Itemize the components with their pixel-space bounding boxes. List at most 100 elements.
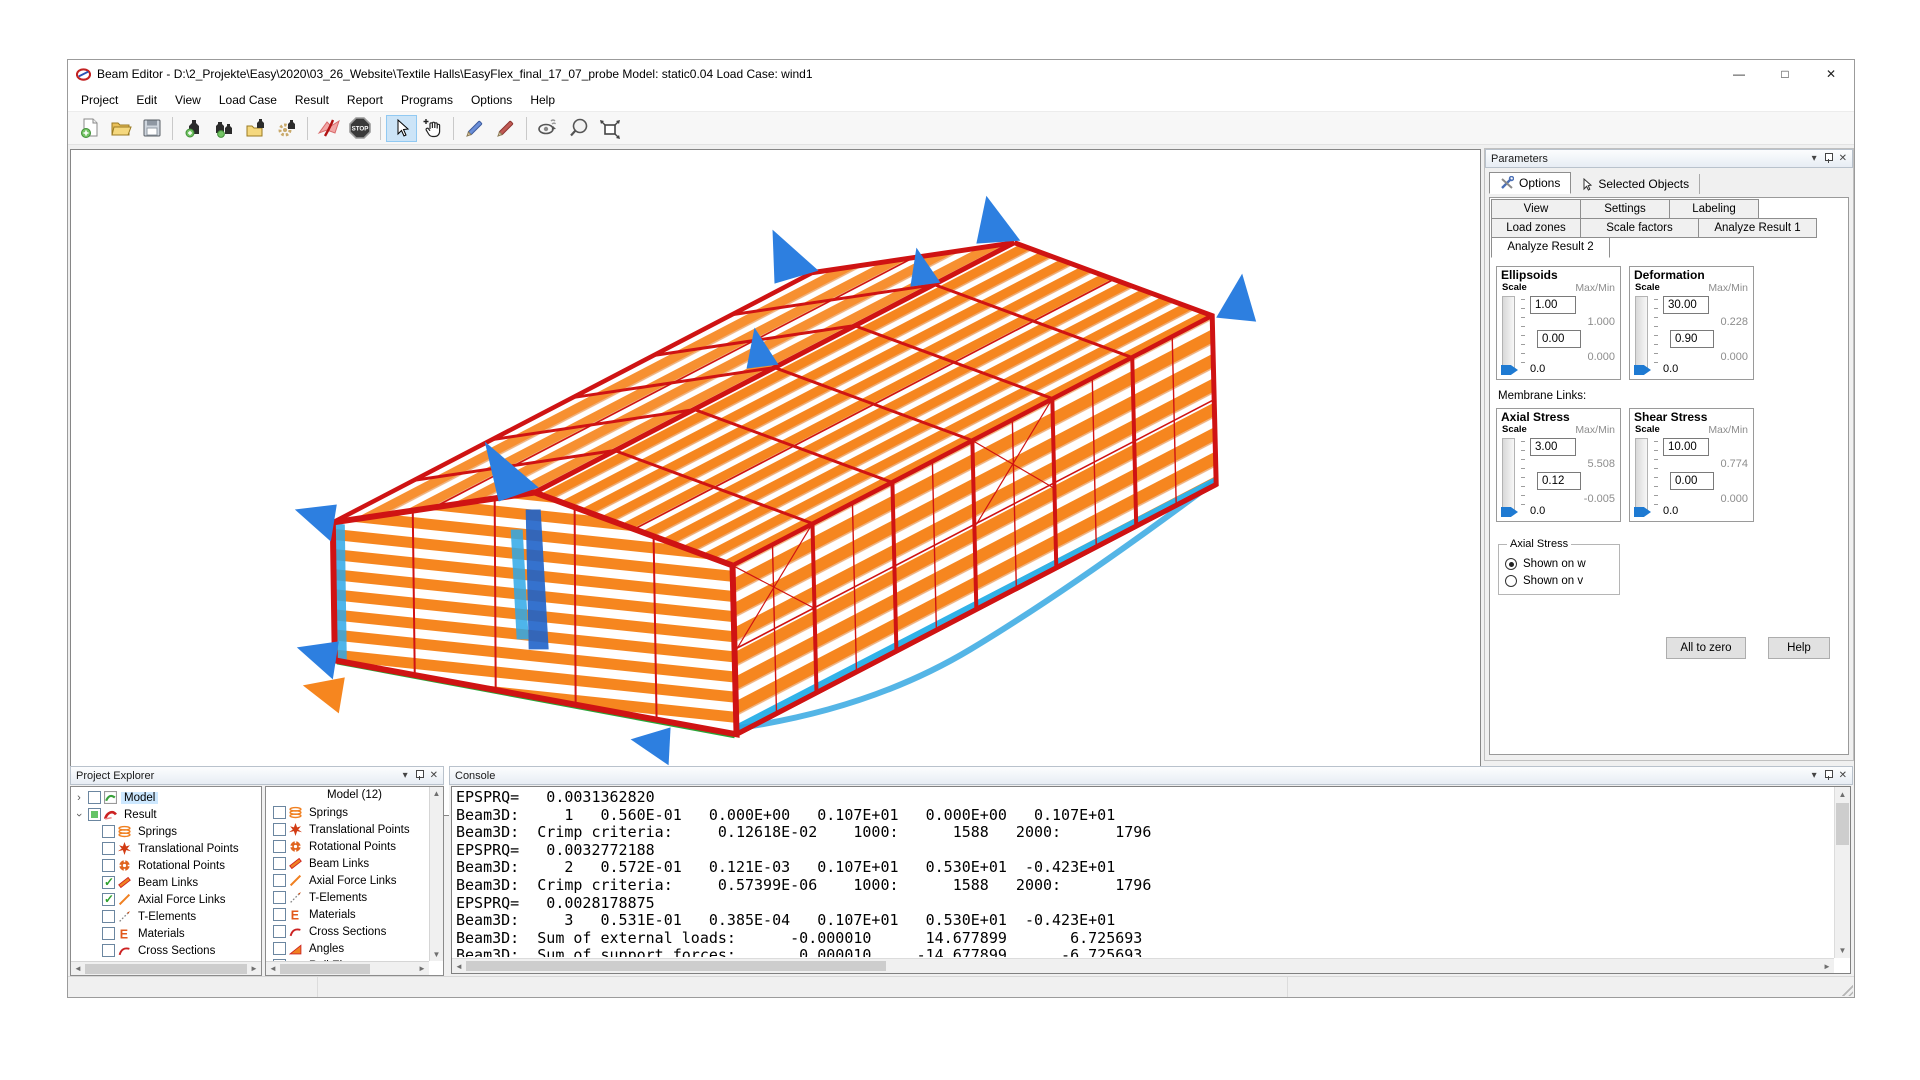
checkbox[interactable] [273, 840, 286, 853]
orbit-rotate-button[interactable] [532, 115, 563, 142]
tab-options[interactable]: Options [1489, 172, 1571, 194]
checkbox[interactable] [273, 908, 286, 921]
radio-icon[interactable] [1505, 558, 1517, 570]
list-item-angles[interactable]: Angles [270, 940, 443, 957]
panel-menu-icon[interactable]: ▾ [1812, 154, 1817, 164]
list-item-springs[interactable]: Springs [270, 804, 443, 821]
all-to-zero-button[interactable]: All to zero [1666, 637, 1746, 659]
list-item-translational-points[interactable]: Translational Points [270, 821, 443, 838]
checkbox[interactable] [273, 925, 286, 938]
checkbox[interactable] [102, 893, 115, 906]
expander-icon[interactable]: › [73, 792, 85, 804]
scroll-thumb[interactable] [280, 964, 370, 974]
list-item-t-elements[interactable]: T-Elements [270, 889, 443, 906]
console-hscrollbar[interactable]: ◄ ► [452, 958, 1834, 973]
checkbox[interactable] [273, 874, 286, 887]
max-scale-input[interactable] [1530, 438, 1576, 456]
scroll-left-icon[interactable]: ◄ [71, 964, 85, 973]
scroll-thumb[interactable] [85, 964, 247, 974]
menu-edit[interactable]: Edit [127, 90, 166, 110]
scroll-left-icon[interactable]: ◄ [452, 962, 466, 971]
subtab-analyze-result-1[interactable]: Analyze Result 1 [1698, 218, 1817, 238]
save-project-button[interactable] [136, 115, 167, 142]
help-button[interactable]: Help [1768, 637, 1830, 659]
open-load-case-button[interactable] [240, 115, 271, 142]
new-project-button[interactable] [74, 115, 105, 142]
maximize-button[interactable]: □ [1762, 60, 1808, 88]
subtab-load-zones[interactable]: Load zones [1491, 218, 1581, 238]
menu-view[interactable]: View [166, 90, 210, 110]
checkbox[interactable] [88, 808, 101, 821]
scroll-thumb[interactable] [1836, 803, 1849, 845]
checkbox[interactable] [102, 944, 115, 957]
checkbox[interactable] [273, 942, 286, 955]
panel-close-icon[interactable]: ✕ [430, 771, 438, 781]
fit-view-button[interactable] [594, 115, 625, 142]
panel-menu-icon[interactable]: ▾ [1812, 771, 1817, 781]
list-item-beam-links[interactable]: Beam Links [270, 855, 443, 872]
add-load-case-button[interactable] [178, 115, 209, 142]
tree-item-springs[interactable]: Springs [73, 823, 261, 840]
subtab-labeling[interactable]: Labeling [1669, 199, 1759, 219]
list-item-rotational-points[interactable]: Rotational Points [270, 838, 443, 855]
scroll-left-icon[interactable]: ◄ [266, 964, 280, 973]
scroll-right-icon[interactable]: ► [247, 964, 261, 973]
subtab-settings[interactable]: Settings [1580, 199, 1670, 219]
scale-slider[interactable] [1635, 296, 1648, 370]
load-case-settings-button[interactable] [271, 115, 302, 142]
checkbox[interactable] [273, 891, 286, 904]
subtab-view[interactable]: View [1491, 199, 1581, 219]
min-scale-input[interactable] [1537, 330, 1581, 348]
min-scale-input[interactable] [1670, 330, 1714, 348]
pan-hand-button[interactable] [417, 115, 448, 142]
radio-shown-on-v[interactable]: Shown on v [1505, 575, 1613, 587]
pin-icon[interactable] [415, 770, 423, 781]
list-hscrollbar[interactable]: ◄ ► [266, 961, 429, 975]
close-button[interactable]: ✕ [1808, 60, 1854, 88]
tree-item-model[interactable]: › Model [73, 789, 261, 806]
tree-item-cross-sections[interactable]: Cross Sections [73, 942, 261, 959]
panel-menu-icon[interactable]: ▾ [403, 771, 408, 781]
list-item-materials[interactable]: E Materials [270, 906, 443, 923]
scroll-right-icon[interactable]: ► [415, 964, 429, 973]
menu-report[interactable]: Report [338, 90, 392, 110]
pin-icon[interactable] [1824, 153, 1832, 164]
minimize-button[interactable]: — [1716, 60, 1762, 88]
checkbox[interactable] [102, 842, 115, 855]
scroll-thumb[interactable] [466, 961, 886, 971]
scroll-down-icon[interactable]: ▼ [433, 950, 441, 959]
slider-thumb[interactable] [1501, 507, 1518, 517]
menu-programs[interactable]: Programs [392, 90, 462, 110]
menu-project[interactable]: Project [72, 90, 127, 110]
tree-item-axial-force-links[interactable]: Axial Force Links [73, 891, 261, 908]
scale-slider[interactable] [1502, 296, 1515, 370]
tab-selected-objects[interactable]: Selected Objects [1571, 174, 1700, 194]
scale-slider[interactable] [1635, 438, 1648, 512]
slider-thumb[interactable] [1634, 365, 1651, 375]
checkbox[interactable] [102, 825, 115, 838]
list-vscrollbar[interactable]: ▲ ▼ [429, 787, 443, 961]
radio-shown-on-w[interactable]: Shown on w [1505, 558, 1613, 570]
subtab-analyze-result-2[interactable]: Analyze Result 2 [1491, 237, 1610, 258]
slider-thumb[interactable] [1634, 507, 1651, 517]
subtab-scale-factors[interactable]: Scale factors [1580, 218, 1699, 238]
model-viewport[interactable] [70, 149, 1481, 816]
draw-beam-button[interactable] [459, 115, 490, 142]
tree-item-t-elements[interactable]: T-Elements [73, 908, 261, 925]
list-item-axial-force-links[interactable]: Axial Force Links [270, 872, 443, 889]
checkbox[interactable] [273, 857, 286, 870]
menu-loadcase[interactable]: Load Case [210, 90, 286, 110]
console-vscrollbar[interactable]: ▲ ▼ [1834, 787, 1850, 958]
zoom-view-button[interactable] [563, 115, 594, 142]
scroll-up-icon[interactable]: ▲ [1835, 787, 1850, 802]
scroll-up-icon[interactable]: ▲ [433, 789, 441, 798]
checkbox[interactable] [88, 791, 101, 804]
slider-thumb[interactable] [1501, 365, 1518, 375]
result-display-button[interactable] [313, 115, 344, 142]
tree-item-translational-points[interactable]: Translational Points [73, 840, 261, 857]
tree-item-rotational-points[interactable]: Rotational Points [73, 857, 261, 874]
checkbox[interactable] [273, 823, 286, 836]
stop-calculation-button[interactable]: STOP [344, 115, 375, 142]
menu-options[interactable]: Options [462, 90, 521, 110]
tree-item-beam-links[interactable]: Beam Links [73, 874, 261, 891]
